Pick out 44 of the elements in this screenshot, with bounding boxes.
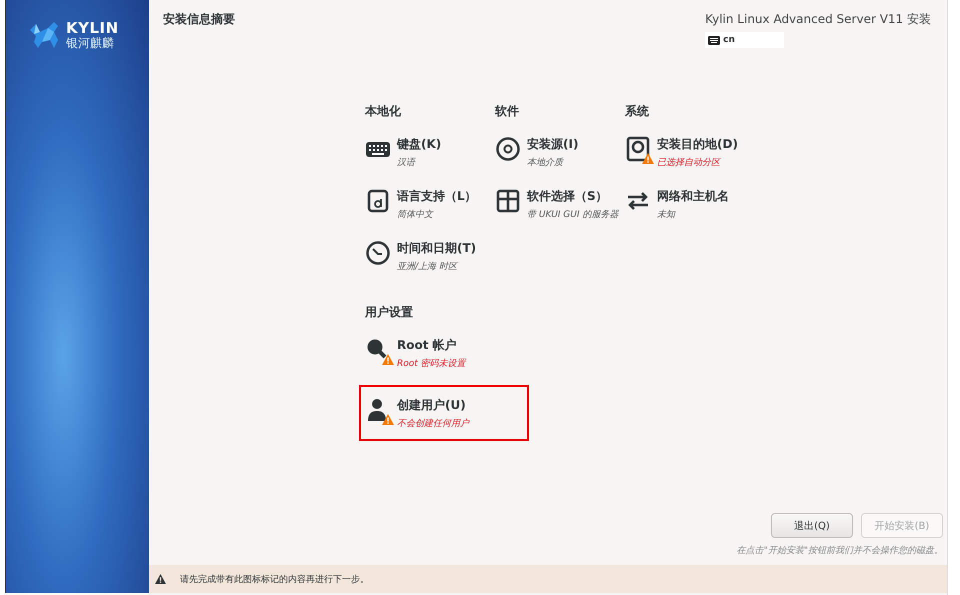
hub-spoke[interactable]: 安装源(I) 本地介质 (495, 132, 625, 176)
spoke-status: 简体中文 (397, 208, 435, 221)
spoke-status: 本地介质 (527, 156, 565, 169)
hub-spoke[interactable]: Root 帐户 Root 密码未设置 (365, 333, 535, 377)
clock-icon (365, 240, 391, 266)
keyboard-icon (708, 36, 720, 44)
spoke-status: 不会创建任何用户 (397, 418, 469, 430)
keyboard-layout-indicator[interactable]: cn (705, 32, 784, 48)
spoke-title: 安装目的地(D) (657, 136, 738, 153)
spoke-status: 汉语 (397, 156, 417, 169)
spoke-status: 带 UKUI GUI 的服务器 (527, 208, 618, 221)
spoke-title: 网络和主机名 (657, 188, 729, 205)
logo-subtext: 银河麒麟 (66, 36, 115, 50)
spoke-title: 安装源(I) (527, 136, 578, 153)
spoke-title: 软件选择（S） (527, 188, 609, 205)
hub-spoke[interactable]: 键盘(K) 汉语 (365, 132, 495, 176)
spoke-title: 语言支持（L） (397, 188, 477, 205)
hub-spoke[interactable]: 安装目的地(D) 已选择自动分区 (625, 132, 755, 176)
section-heading: 本地化 (365, 103, 402, 120)
action-button[interactable]: 退出(Q) (771, 513, 853, 538)
disk-note: 在点击"开始安装"按钮前我们并不会操作您的磁盘。 (736, 544, 943, 557)
hub-spoke[interactable]: 网络和主机名 未知 (625, 184, 755, 228)
package-icon (495, 188, 521, 214)
hub-spoke[interactable]: 时间和日期(T) 亚洲/上海 时区 (365, 236, 495, 280)
warning-message: 请先完成带有此图标标记的内容再进行下一步。 (180, 574, 369, 586)
spoke-title: 时间和日期(T) (397, 240, 476, 257)
hub-spoke[interactable]: 软件选择（S） 带 UKUI GUI 的服务器 (495, 184, 625, 228)
disc-icon (495, 136, 521, 162)
section-heading: 用户设置 (365, 304, 414, 321)
spoke-status: 亚洲/上海 时区 (397, 260, 460, 273)
spoke-title: 创建用户(U) (397, 397, 467, 414)
warning-icon (155, 574, 166, 584)
spoke-title: 键盘(K) (397, 136, 442, 153)
logo-text: KYLIN (66, 20, 119, 37)
hub-spoke[interactable]: 语言支持（L） 简体中文 (365, 184, 495, 228)
spoke-status: Root 密码未设置 (397, 358, 466, 370)
hub-spoke[interactable]: 创建用户(U) 不会创建任何用户 (359, 385, 529, 441)
spoke-title: Root 帐户 (397, 337, 458, 354)
spoke-status: 未知 (657, 208, 676, 221)
spoke-status: 已选择自动分区 (657, 156, 722, 169)
page-title: 安装信息摘要 (163, 11, 235, 28)
section-heading: 软件 (495, 103, 520, 120)
product-title: Kylin Linux Advanced Server V11 安装 (705, 11, 931, 28)
section-heading: 系统 (625, 103, 650, 120)
